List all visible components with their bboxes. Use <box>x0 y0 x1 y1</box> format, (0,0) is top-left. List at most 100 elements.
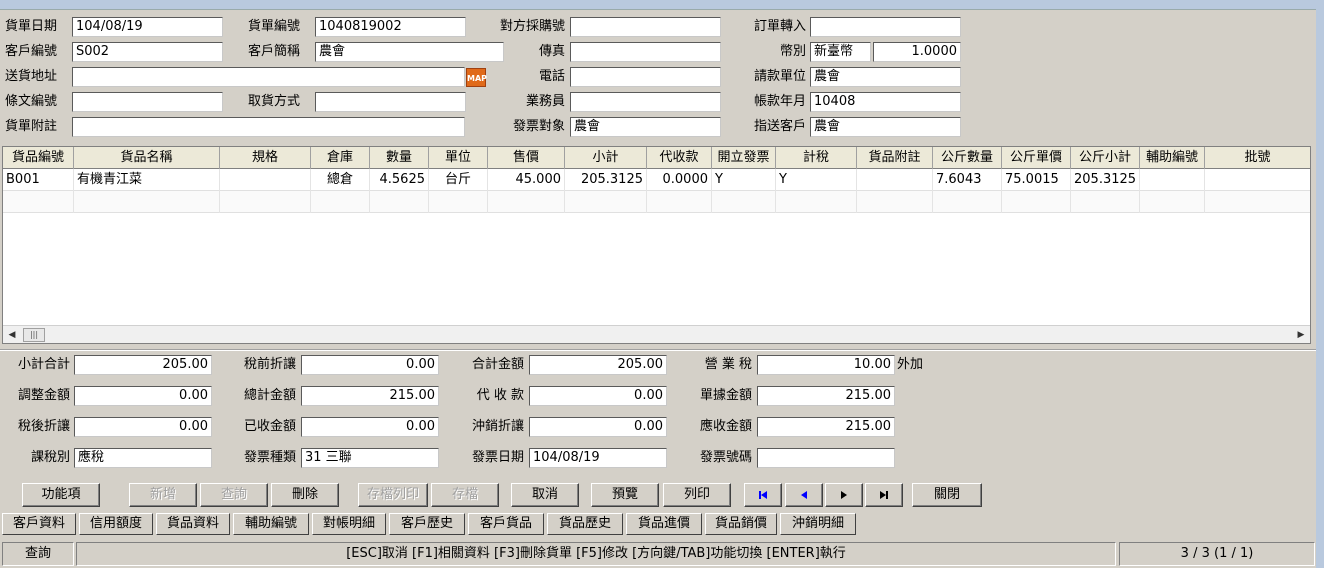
col-invoice[interactable]: 開立發票 <box>712 147 776 169</box>
cell-kg-price[interactable]: 75.0015 <box>1002 169 1071 191</box>
save-print-button[interactable]: 存檔列印 <box>358 483 428 507</box>
empty-cell[interactable] <box>712 191 776 213</box>
empty-cell[interactable] <box>370 191 429 213</box>
fax-field[interactable] <box>570 42 721 62</box>
po-no-field[interactable] <box>570 17 721 37</box>
total-amount-field[interactable]: 205.00 <box>529 355 667 375</box>
col-subtotal[interactable]: 小計 <box>565 147 647 169</box>
col-aux-no[interactable]: 輔助編號 <box>1140 147 1205 169</box>
cell-kg-subtotal[interactable]: 205.3125 <box>1071 169 1140 191</box>
empty-cell[interactable] <box>3 191 74 213</box>
horizontal-scrollbar[interactable]: ◀ ||| ▶ <box>3 325 1310 343</box>
cell-aux-no[interactable] <box>1140 169 1205 191</box>
add-button[interactable]: 新增 <box>129 483 197 507</box>
col-kg-qty[interactable]: 公斤數量 <box>933 147 1002 169</box>
collect-field[interactable]: 0.00 <box>529 386 667 406</box>
cell-invoice[interactable]: Y <box>712 169 776 191</box>
cancel-button[interactable]: 取消 <box>511 483 579 507</box>
tab-aux-no[interactable]: 輔助編號 <box>233 513 309 535</box>
order-no-field[interactable]: 1040819002 <box>315 17 466 37</box>
posttax-discount-field[interactable]: 0.00 <box>74 417 212 437</box>
ship-addr-field[interactable] <box>72 67 465 87</box>
cell-unit[interactable]: 台斤 <box>429 169 488 191</box>
col-unit[interactable]: 單位 <box>429 147 488 169</box>
cell-kg-qty[interactable]: 7.6043 <box>933 169 1002 191</box>
col-tax[interactable]: 計稅 <box>776 147 857 169</box>
empty-cell[interactable] <box>311 191 370 213</box>
items-grid[interactable]: 貨品編號 貨品名稱 規格 倉庫 數量 單位 售價 小計 代收款 開立發票 計稅 … <box>2 146 1311 344</box>
invoice-date-field[interactable]: 104/08/19 <box>529 448 667 468</box>
receivable-field[interactable]: 215.00 <box>757 417 895 437</box>
adjust-field[interactable]: 0.00 <box>74 386 212 406</box>
cell-qty[interactable]: 4.5625 <box>370 169 429 191</box>
billing-unit-field[interactable]: 農會 <box>810 67 961 87</box>
cell-warehouse[interactable]: 總倉 <box>311 169 370 191</box>
scroll-thumb[interactable]: ||| <box>23 328 45 342</box>
sales-field[interactable] <box>570 92 721 112</box>
col-item-name[interactable]: 貨品名稱 <box>74 147 220 169</box>
col-kg-price[interactable]: 公斤單價 <box>1002 147 1071 169</box>
tab-credit-limit[interactable]: 信用額度 <box>79 513 153 535</box>
function-menu-button[interactable]: 功能項 <box>22 483 100 507</box>
last-record-button[interactable] <box>865 483 903 507</box>
first-record-button[interactable] <box>744 483 782 507</box>
tab-reconcile[interactable]: 對帳明細 <box>312 513 386 535</box>
currency-field[interactable]: 新臺幣 <box>810 42 871 62</box>
received-field[interactable]: 0.00 <box>301 417 439 437</box>
subtotal-field[interactable]: 205.00 <box>74 355 212 375</box>
next-record-button[interactable] <box>825 483 863 507</box>
col-collect[interactable]: 代收款 <box>647 147 712 169</box>
table-row-empty[interactable] <box>3 191 1310 213</box>
cell-price[interactable]: 45.000 <box>488 169 565 191</box>
tab-customer-items[interactable]: 客戶貨品 <box>468 513 544 535</box>
terms-no-field[interactable] <box>72 92 223 112</box>
pretax-discount-field[interactable]: 0.00 <box>301 355 439 375</box>
tab-purchase-price[interactable]: 貨品進價 <box>626 513 702 535</box>
col-item-note[interactable]: 貨品附註 <box>857 147 933 169</box>
cell-tax[interactable]: Y <box>776 169 857 191</box>
query-button[interactable]: 查詢 <box>200 483 268 507</box>
deliver-to-field[interactable]: 農會 <box>810 117 961 137</box>
tab-customer-info[interactable]: 客戶資料 <box>2 513 76 535</box>
save-button[interactable]: 存檔 <box>431 483 499 507</box>
close-button[interactable]: 關閉 <box>912 483 982 507</box>
cell-batch-no[interactable] <box>1205 169 1310 191</box>
tab-customer-history[interactable]: 客戶歷史 <box>389 513 465 535</box>
invoice-no-field[interactable] <box>757 448 895 468</box>
empty-cell[interactable] <box>776 191 857 213</box>
table-row[interactable]: B001 有機青江菜 總倉 4.5625 台斤 45.000 205.3125 … <box>3 169 1310 191</box>
scroll-left-icon[interactable]: ◀ <box>5 328 19 342</box>
col-batch-no[interactable]: 批號 <box>1205 147 1310 169</box>
empty-cell[interactable] <box>647 191 712 213</box>
doc-amount-field[interactable]: 215.00 <box>757 386 895 406</box>
order-import-field[interactable] <box>810 17 961 37</box>
col-warehouse[interactable]: 倉庫 <box>311 147 370 169</box>
col-item-no[interactable]: 貨品編號 <box>3 147 74 169</box>
empty-cell[interactable] <box>1002 191 1071 213</box>
tab-offset-detail[interactable]: 沖銷明細 <box>780 513 856 535</box>
cell-collect[interactable]: 0.0000 <box>647 169 712 191</box>
grand-total-field[interactable]: 215.00 <box>301 386 439 406</box>
account-month-field[interactable]: 10408 <box>810 92 961 112</box>
cell-item-note[interactable] <box>857 169 933 191</box>
prev-record-button[interactable] <box>785 483 823 507</box>
invoice-target-field[interactable]: 農會 <box>570 117 721 137</box>
cell-spec[interactable] <box>220 169 311 191</box>
empty-cell[interactable] <box>429 191 488 213</box>
pickup-field[interactable] <box>315 92 466 112</box>
empty-cell[interactable] <box>488 191 565 213</box>
empty-cell[interactable] <box>1071 191 1140 213</box>
col-kg-subtotal[interactable]: 公斤小計 <box>1071 147 1140 169</box>
empty-cell[interactable] <box>1205 191 1310 213</box>
empty-cell[interactable] <box>74 191 220 213</box>
col-price[interactable]: 售價 <box>488 147 565 169</box>
invoice-kind-field[interactable]: 31 三聯 <box>301 448 439 468</box>
col-spec[interactable]: 規格 <box>220 147 311 169</box>
business-tax-field[interactable]: 10.00 <box>757 355 895 375</box>
exchange-rate-field[interactable]: 1.0000 <box>873 42 961 62</box>
tax-type-field[interactable]: 應稅 <box>74 448 212 468</box>
col-qty[interactable]: 數量 <box>370 147 429 169</box>
cell-subtotal[interactable]: 205.3125 <box>565 169 647 191</box>
delete-button[interactable]: 刪除 <box>271 483 339 507</box>
tab-item-info[interactable]: 貨品資料 <box>156 513 230 535</box>
